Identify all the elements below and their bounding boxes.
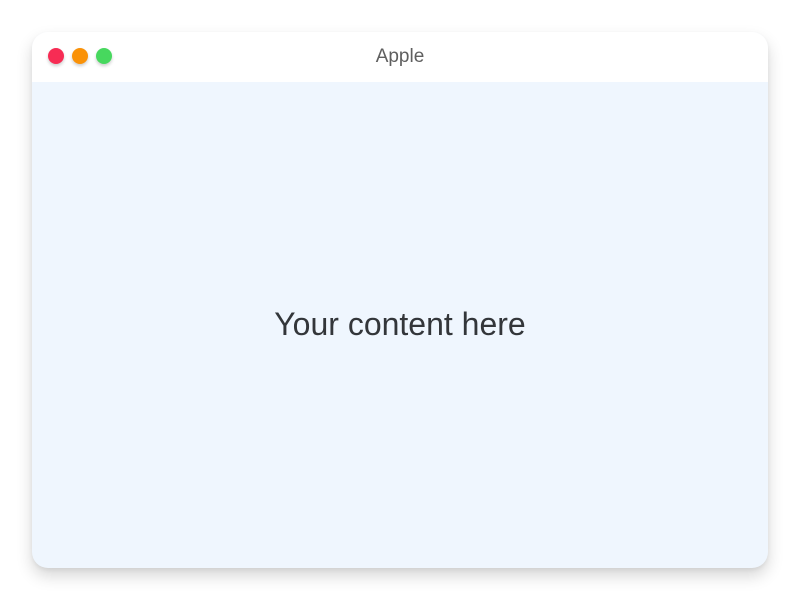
close-dot-icon[interactable] — [48, 48, 64, 64]
app-window: Apple Your content here — [32, 32, 768, 568]
minimize-dot-icon[interactable] — [72, 48, 88, 64]
content-placeholder-text: Your content here — [274, 305, 526, 342]
window-title: Apple — [375, 46, 425, 67]
window-controls — [48, 48, 112, 64]
title-bar[interactable]: Apple — [32, 32, 768, 82]
page: Apple Your content here — [0, 0, 800, 600]
content-area: Your content here — [32, 82, 768, 568]
zoom-dot-icon[interactable] — [96, 48, 112, 64]
